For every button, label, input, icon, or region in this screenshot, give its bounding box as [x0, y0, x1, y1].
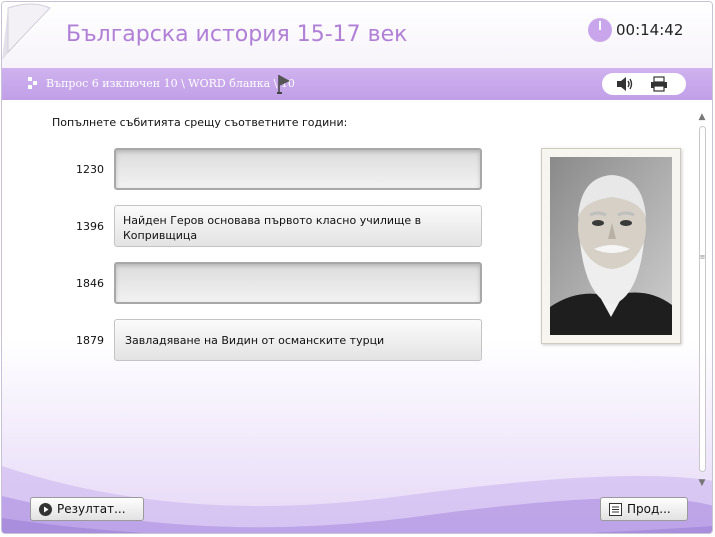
timer-value: 00:14:42 [616, 21, 684, 39]
scroll-up-arrow-icon[interactable]: ▲ [697, 112, 707, 122]
answer-slot[interactable]: Завладяване на Видин от османските турци [114, 319, 482, 361]
scroll-down-arrow-icon[interactable]: ▼ [697, 478, 707, 488]
result-button[interactable]: Резултат... [30, 497, 144, 521]
play-icon [39, 503, 52, 516]
timer-icon [588, 18, 612, 42]
grip-icon [28, 77, 37, 89]
question-counter: Въпрос 6 изключен 10 \ WORD бланка \ 10 [46, 77, 295, 90]
vertical-scrollbar[interactable]: ▲ ≡ ▼ [696, 112, 708, 488]
scroll-track[interactable] [699, 126, 706, 472]
flag-icon[interactable] [276, 73, 292, 95]
page-curl-icon [2, 2, 58, 60]
year-label: 1396 [76, 220, 104, 233]
print-icon[interactable] [650, 76, 668, 92]
scroll-thumb[interactable]: ≡ [699, 252, 706, 262]
year-label: 1846 [76, 277, 104, 290]
instructions: Попълнете събитията срещу съответните го… [52, 116, 348, 129]
year-label: 1879 [76, 334, 104, 347]
page-title: Българска история 15-17 век [66, 22, 408, 47]
result-button-label: Резултат... [57, 502, 126, 516]
portrait-image [541, 148, 681, 344]
answer-slot[interactable] [114, 148, 482, 190]
toolbar-pill [602, 73, 686, 95]
speaker-icon[interactable] [616, 76, 634, 92]
next-button-label: Прод... [627, 502, 671, 516]
next-button[interactable]: Прод... [600, 497, 688, 521]
answer-slot[interactable] [114, 262, 482, 304]
question-bar: Въпрос 6 изключен 10 \ WORD бланка \ 10 [2, 68, 712, 100]
answer-slot[interactable]: Найден Геров основава първото класно учи… [114, 205, 482, 247]
year-label: 1230 [76, 163, 104, 176]
app-window: Българска история 15-17 век 00:14:42 Въп… [1, 1, 713, 534]
list-icon [609, 503, 622, 516]
question-area: Попълнете събитията срещу съответните го… [2, 100, 712, 533]
header: Българска история 15-17 век 00:14:42 [2, 2, 712, 68]
